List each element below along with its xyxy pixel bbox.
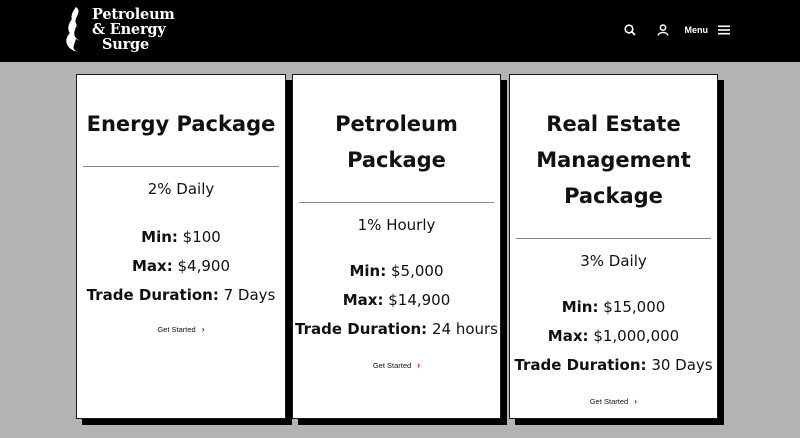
logo-wordmark: Petroleum & Energy Surge [92,5,175,52]
logo-line-1: Petroleum [92,6,175,23]
get-started-label: Get Started [372,360,412,370]
card-details: Min: $15,000 Max: $1,000,000 Trade Durat… [510,293,717,380]
card-rate: 3% Daily [580,252,647,270]
card-title: Energy Package [86,112,276,136]
get-started-button[interactable]: Get Started › [510,396,717,406]
card-min: Min: $15,000 [561,298,666,316]
card-rate: 2% Daily [147,180,215,198]
get-started-label: Get Started [589,396,629,406]
site-header: Petroleum & Energy Surge Menu [0,0,800,62]
hamburger-icon[interactable] [716,22,732,38]
card-duration: Trade Duration: 7 Days [86,286,276,304]
package-card-petroleum: Petroleum Package 1% Hourly Min: $5,000 … [292,74,501,419]
chevron-right-icon: › [634,396,638,406]
package-card-energy: Energy Package 2% Daily Min: $100 Max: $… [76,74,286,419]
get-started-button[interactable]: Get Started › [77,324,285,334]
card-duration: Trade Duration: 24 hours [295,320,498,338]
get-started-button[interactable]: Get Started › [293,360,500,370]
card-title-line-2: Management [536,148,691,172]
card-min: Min: $100 [141,228,221,246]
user-icon[interactable] [655,22,671,38]
card-details: Min: $100 Max: $4,900 Trade Duration: 7 … [77,223,285,310]
card-title-line-3: Package [564,184,663,208]
card-divider [516,238,711,239]
card-min: Min: $5,000 [349,262,444,280]
card-details: Min: $5,000 Max: $14,900 Trade Duration:… [293,257,500,344]
card-max: Max: $14,900 [342,291,451,309]
package-card-real-estate: Real Estate Management Package 3% Daily … [509,74,718,419]
card-rate: 1% Hourly [357,216,436,234]
chevron-right-icon: › [201,324,205,334]
logo-line-2: & Energy [92,21,166,38]
card-max: Max: $1,000,000 [547,327,680,345]
card-divider [299,202,494,203]
header-nav: Menu [622,22,733,38]
card-title-line-1: Real Estate [546,112,681,136]
card-max: Max: $4,900 [131,257,230,275]
search-icon[interactable] [622,22,638,38]
logo-line-3: Surge [102,36,150,53]
chevron-right-icon: › [417,360,421,370]
card-title-line-2: Package [347,148,446,172]
card-divider [83,166,279,167]
menu-button[interactable]: Menu [685,25,709,35]
card-duration: Trade Duration: 30 Days [514,356,713,374]
flame-logo-icon [66,7,80,52]
card-title-line-1: Petroleum [335,112,458,136]
get-started-label: Get Started [157,324,196,334]
site-logo[interactable]: Petroleum & Energy Surge [62,5,175,53]
